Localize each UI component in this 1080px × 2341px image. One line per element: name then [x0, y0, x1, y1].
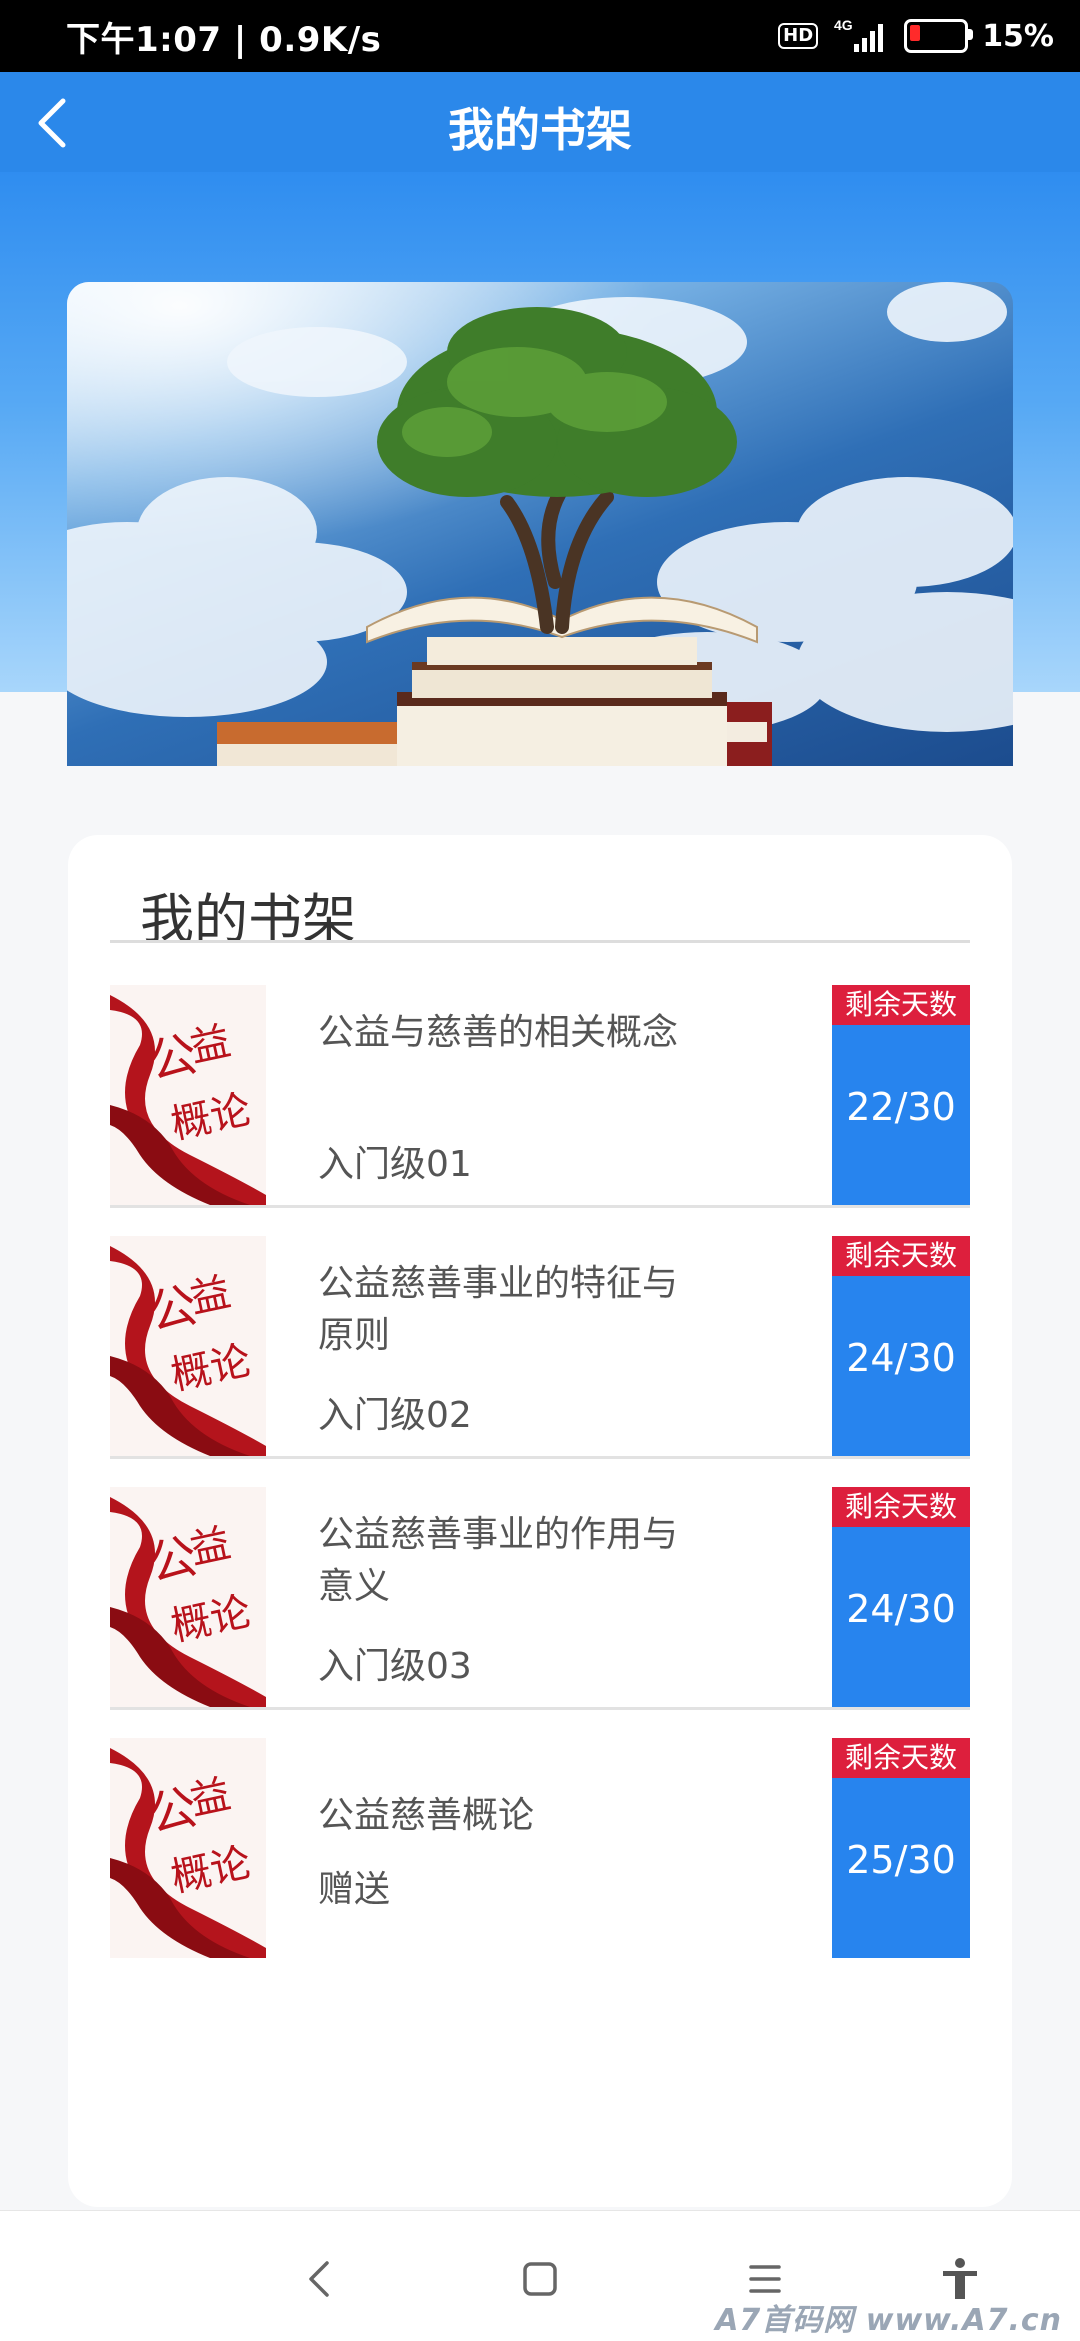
book-cover-image: 公 益 概论 [110, 985, 266, 1205]
nav-back-button[interactable] [290, 2249, 350, 2309]
book-title: 公益慈善概论 [318, 1795, 535, 1836]
chevron-left-icon [309, 2261, 329, 2297]
watermark-text: A7首码网 www.A7.cn [715, 2303, 1062, 2338]
book-item[interactable]: 公 益 概论 公益与慈善的相关概念 入门级01 剩余天数 22/30 [110, 985, 970, 1208]
banner-image [67, 282, 1013, 766]
network-type-label: 4G [834, 17, 853, 33]
system-nav-bar: A7首码网 www.A7.cn [0, 2210, 1080, 2341]
menu-icon [749, 2265, 781, 2293]
book-title: 公益慈善事业的作用与意义 [318, 1514, 679, 1607]
square-icon [523, 2262, 557, 2296]
remaining-days-badge: 剩余天数 25/30 [832, 1738, 970, 1958]
remaining-days-value: 22/30 [846, 1085, 956, 1129]
book-item[interactable]: 公 益 概论 公益慈善事业的特征与原则 入门级02 剩余天数 24/30 [110, 1236, 970, 1459]
title-bar: 我的书架 [0, 72, 1080, 172]
remaining-days-value: 24/30 [846, 1336, 956, 1380]
remaining-days-label: 剩余天数 [832, 1487, 970, 1527]
hd-icon: HD [778, 23, 819, 49]
book-title: 公益慈善事业的特征与原则 [318, 1263, 679, 1356]
book-cover-image: 公 益 概论 [110, 1487, 266, 1707]
remaining-days-badge: 剩余天数 24/30 [832, 1487, 970, 1707]
book-level: 入门级03 [318, 1646, 472, 1687]
book-item[interactable]: 公 益 概论 公益慈善概论 赠送 剩余天数 25/30 [110, 1738, 970, 1958]
book-level: 入门级01 [318, 1144, 472, 1185]
remaining-days-label: 剩余天数 [832, 1236, 970, 1276]
book-level: 入门级02 [318, 1395, 472, 1436]
battery-icon [904, 19, 974, 53]
book-cover-image: 公 益 概论 [110, 1738, 266, 1958]
remaining-days-value: 25/30 [846, 1838, 956, 1882]
status-time-speed: 下午1:07 | 0.9K/s [66, 20, 382, 60]
remaining-days-label: 剩余天数 [832, 985, 970, 1025]
status-bar: 下午1:07 | 0.9K/s HD 4G 15% [0, 0, 1080, 72]
remaining-days-label: 剩余天数 [832, 1738, 970, 1778]
remaining-days-badge: 剩余天数 24/30 [832, 1236, 970, 1456]
book-title: 公益与慈善的相关概念 [318, 1012, 679, 1053]
bookshelf-card: 我的书架 公 益 概论 公益与慈善的相关概念 入门级01 剩余天数 22/30 [68, 835, 1012, 2207]
divider [110, 940, 970, 943]
page-title: 我的书架 [448, 103, 632, 157]
signal-icon: 4G [832, 16, 890, 56]
book-level: 赠送 [318, 1869, 391, 1910]
battery-percent: 15% [982, 18, 1054, 54]
book-cover-image: 公 益 概论 [110, 1236, 266, 1456]
status-icons: HD 4G 15% [778, 14, 1054, 58]
book-item[interactable]: 公 益 概论 公益慈善事业的作用与意义 入门级03 剩余天数 24/30 [110, 1487, 970, 1710]
remaining-days-value: 24/30 [846, 1587, 956, 1631]
remaining-days-badge: 剩余天数 22/30 [832, 985, 970, 1205]
nav-home-button[interactable] [510, 2249, 570, 2309]
